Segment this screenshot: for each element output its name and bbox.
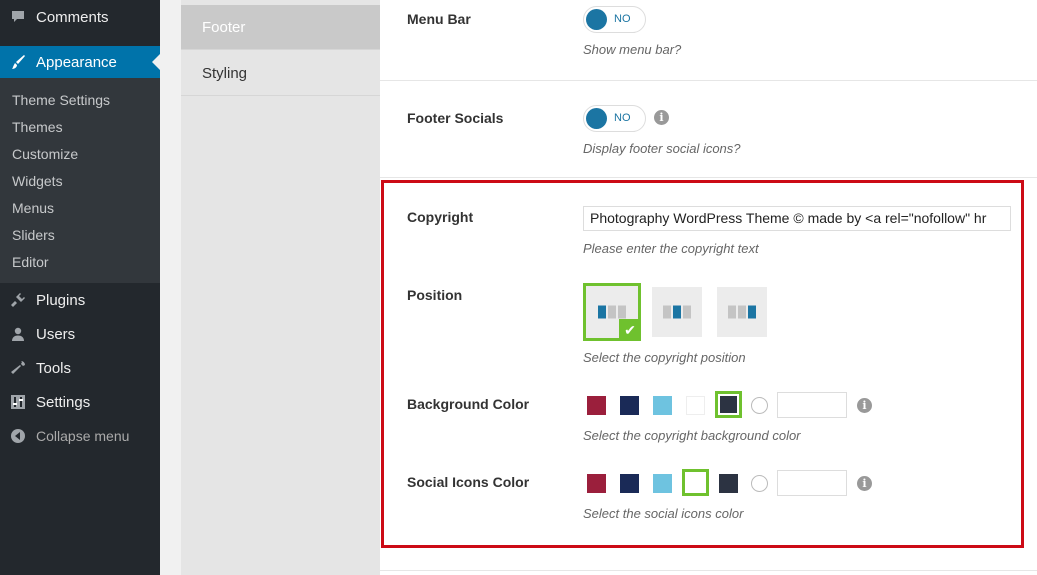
options-sections-nav: Footer Styling: [181, 0, 380, 575]
submenu-widgets[interactable]: Widgets: [12, 173, 63, 189]
wrench-icon: [0, 360, 36, 376]
position-left-icon: [598, 305, 626, 319]
social-icons-color-label: Social Icons Color: [407, 474, 530, 490]
footer-socials-description: Display footer social icons?: [583, 141, 741, 156]
footer-socials-toggle[interactable]: NO: [583, 105, 646, 132]
submenu-sliders[interactable]: Sliders: [12, 227, 55, 243]
menu-settings-label: Settings: [36, 393, 91, 411]
background-color-label: Background Color: [407, 396, 530, 412]
divider: [380, 570, 1037, 571]
position-center-icon: [663, 305, 691, 319]
bg-custom-color-input[interactable]: [777, 392, 847, 418]
menu-bar-label: Menu Bar: [407, 11, 471, 27]
menu-users-label: Users: [36, 325, 76, 343]
copyright-label: Copyright: [407, 209, 474, 225]
section-tab-footer-label: Footer: [202, 18, 246, 36]
settings-sliders-icon: [0, 394, 36, 410]
social-swatch-white-selected[interactable]: [682, 469, 709, 496]
user-icon: [0, 326, 36, 342]
collapse-arrow-icon: [0, 428, 36, 444]
menu-appearance[interactable]: Appearance: [0, 46, 160, 78]
menu-settings[interactable]: Settings: [0, 386, 160, 418]
menu-tools[interactable]: Tools: [0, 352, 160, 384]
collapse-menu-button[interactable]: Collapse menu: [0, 420, 160, 452]
section-tab-footer[interactable]: Footer: [181, 5, 380, 50]
divider: [380, 177, 1037, 178]
menu-comments[interactable]: Comments: [0, 1, 160, 33]
position-right-icon: [728, 305, 756, 319]
paintbrush-icon: [0, 53, 36, 71]
background-color-description: Select the copyright background color: [583, 428, 801, 443]
bg-swatch-dark-selected[interactable]: [715, 391, 742, 418]
social-icons-color-description: Select the social icons color: [583, 506, 744, 521]
plug-icon: [0, 292, 36, 308]
info-icon[interactable]: i: [654, 110, 669, 125]
social-custom-color-input[interactable]: [777, 470, 847, 496]
submenu-editor[interactable]: Editor: [12, 254, 49, 270]
options-panel: Menu Bar NO Show menu bar? Footer Social…: [380, 0, 1037, 575]
menu-users[interactable]: Users: [0, 318, 160, 350]
social-custom-color-radio[interactable]: [751, 475, 768, 492]
menu-bar-description: Show menu bar?: [583, 42, 682, 57]
submenu-theme-settings[interactable]: Theme Settings: [12, 92, 110, 108]
section-tab-styling[interactable]: Styling: [181, 51, 380, 96]
toggle-knob: [586, 9, 607, 30]
menu-appearance-label: Appearance: [36, 53, 117, 71]
menu-plugins-label: Plugins: [36, 291, 86, 309]
info-icon[interactable]: i: [857, 476, 872, 491]
footer-socials-toggle-state: NO: [614, 112, 631, 124]
position-option-center[interactable]: [652, 287, 702, 337]
bg-swatch-crimson[interactable]: [587, 396, 606, 415]
social-swatch-dark[interactable]: [719, 474, 738, 493]
social-swatch-navy[interactable]: [620, 474, 639, 493]
copyright-input[interactable]: Photography WordPress Theme © made by <a…: [583, 206, 1011, 231]
bg-swatch-sky[interactable]: [653, 396, 672, 415]
admin-sidebar: Comments Appearance Theme Settings Theme…: [0, 0, 160, 575]
bg-swatch-navy[interactable]: [620, 396, 639, 415]
social-swatch-crimson[interactable]: [587, 474, 606, 493]
copyright-description: Please enter the copyright text: [583, 241, 759, 256]
submenu-themes[interactable]: Themes: [12, 119, 63, 135]
position-option-right[interactable]: [717, 287, 767, 337]
appearance-submenu: Theme Settings Themes Customize Widgets …: [0, 78, 160, 283]
position-label: Position: [407, 287, 463, 303]
menu-bar-toggle[interactable]: NO: [583, 6, 646, 33]
menu-comments-label: Comments: [36, 8, 109, 26]
divider: [380, 80, 1037, 81]
position-description: Select the copyright position: [583, 350, 746, 365]
menu-bar-toggle-state: NO: [614, 13, 631, 25]
submenu-customize[interactable]: Customize: [12, 146, 78, 162]
bg-swatch-white[interactable]: [686, 396, 705, 415]
comments-icon: [0, 9, 36, 25]
social-swatch-sky[interactable]: [653, 474, 672, 493]
bg-custom-color-radio[interactable]: [751, 397, 768, 414]
info-icon[interactable]: i: [857, 398, 872, 413]
checkmark-icon: ✔: [619, 319, 641, 341]
section-tab-styling-label: Styling: [202, 64, 248, 82]
submenu-menus[interactable]: Menus: [12, 200, 54, 216]
toggle-knob: [586, 108, 607, 129]
footer-socials-label: Footer Socials: [407, 110, 504, 126]
collapse-menu-label: Collapse menu: [36, 428, 130, 444]
position-option-left[interactable]: ✔: [583, 283, 641, 341]
menu-plugins[interactable]: Plugins: [0, 284, 160, 316]
menu-tools-label: Tools: [36, 359, 72, 377]
